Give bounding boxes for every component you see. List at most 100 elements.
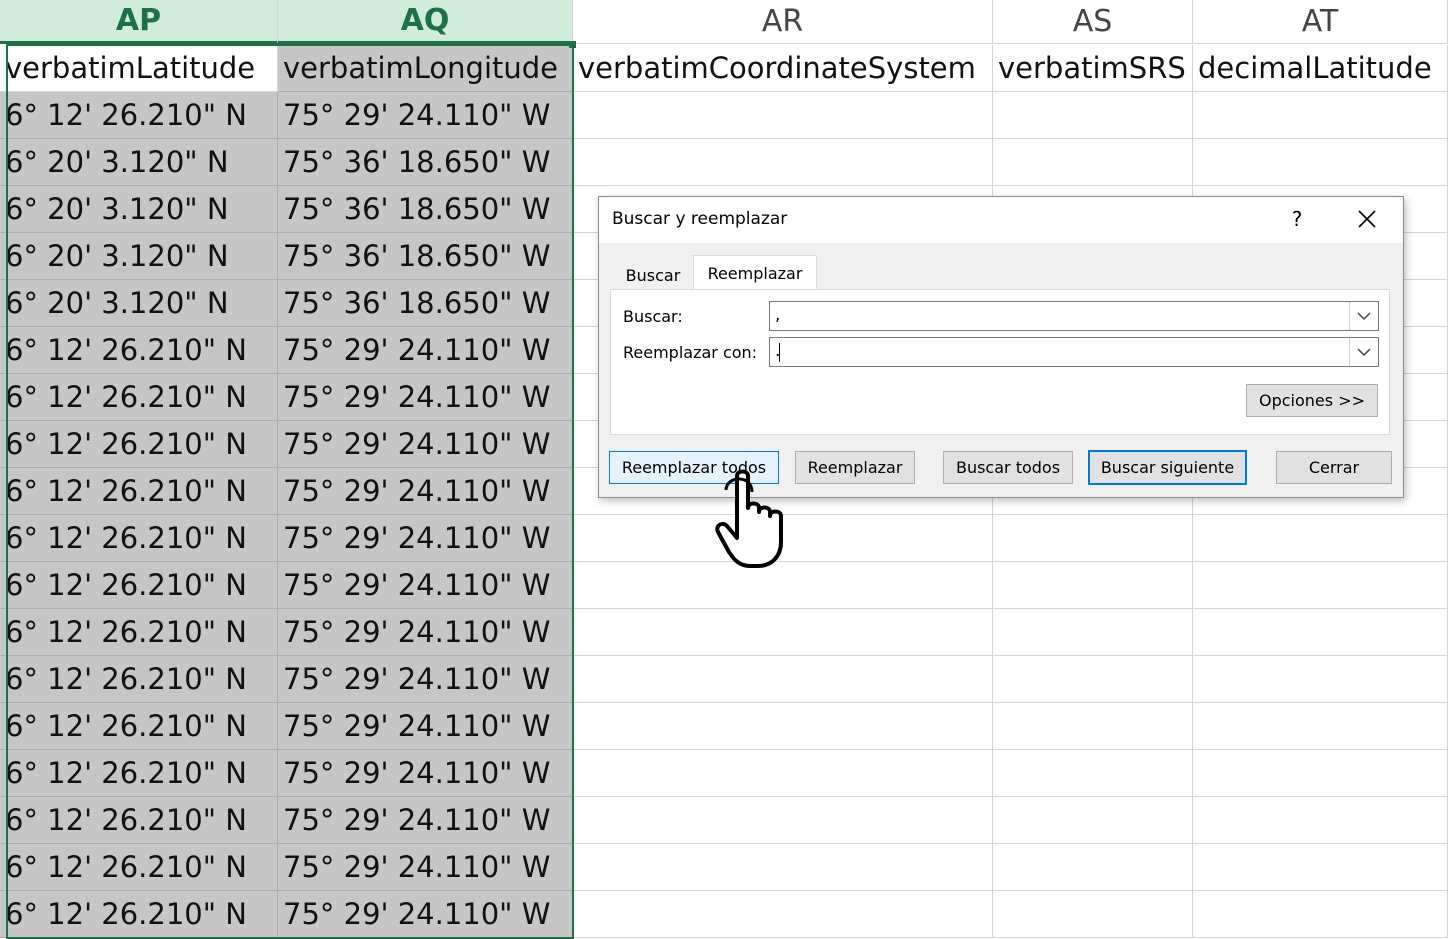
- table-cell[interactable]: 75° 29' 24.110" W: [278, 92, 573, 139]
- table-cell[interactable]: 6° 12' 26.210" N: [0, 562, 278, 609]
- table-cell[interactable]: [573, 750, 993, 797]
- help-button[interactable]: ?: [1277, 205, 1317, 233]
- replace-input[interactable]: .: [769, 337, 1379, 367]
- column-header-as[interactable]: AS: [993, 0, 1193, 44]
- table-cell[interactable]: [1193, 139, 1448, 186]
- close-icon[interactable]: [1347, 203, 1387, 235]
- table-cell[interactable]: 75° 36' 18.650" W: [278, 233, 573, 280]
- table-cell[interactable]: [573, 656, 993, 703]
- table-cell[interactable]: [993, 609, 1193, 656]
- cell-header-verbatim-coordinate-system[interactable]: verbatimCoordinateSystem: [573, 45, 993, 92]
- chevron-down-icon[interactable]: [1349, 338, 1378, 366]
- cell-header-verbatim-longitude[interactable]: verbatimLongitude: [278, 45, 573, 92]
- table-cell[interactable]: [1193, 92, 1448, 139]
- table-cell[interactable]: 6° 12' 26.210" N: [0, 797, 278, 844]
- column-header-ar[interactable]: AR: [573, 0, 993, 44]
- find-next-button[interactable]: Buscar siguiente: [1088, 450, 1247, 485]
- table-cell[interactable]: 6° 12' 26.210" N: [0, 703, 278, 750]
- table-cell[interactable]: [1193, 891, 1448, 938]
- table-cell[interactable]: 75° 29' 24.110" W: [278, 421, 573, 468]
- table-cell[interactable]: [993, 656, 1193, 703]
- replace-button[interactable]: Reemplazar: [795, 451, 915, 484]
- column-header-row: AP AQ AR AS AT: [0, 0, 1448, 45]
- table-cell[interactable]: [993, 139, 1193, 186]
- table-cell[interactable]: 6° 12' 26.210" N: [0, 92, 278, 139]
- table-cell[interactable]: 75° 29' 24.110" W: [278, 750, 573, 797]
- table-cell[interactable]: 75° 36' 18.650" W: [278, 280, 573, 327]
- dialog-titlebar[interactable]: Buscar y reemplazar ?: [599, 197, 1403, 243]
- table-cell[interactable]: [993, 562, 1193, 609]
- table-cell[interactable]: 6° 12' 26.210" N: [0, 327, 278, 374]
- table-cell[interactable]: [1193, 562, 1448, 609]
- table-cell[interactable]: 75° 29' 24.110" W: [278, 515, 573, 562]
- chevron-down-icon[interactable]: [1349, 302, 1378, 330]
- table-cell[interactable]: 6° 20' 3.120" N: [0, 280, 278, 327]
- fill-handle[interactable]: [569, 41, 576, 48]
- column-header-at[interactable]: AT: [1193, 0, 1448, 44]
- table-cell[interactable]: 6° 12' 26.210" N: [0, 468, 278, 515]
- table-cell[interactable]: 6° 20' 3.120" N: [0, 186, 278, 233]
- table-cell[interactable]: [1193, 515, 1448, 562]
- table-cell[interactable]: 75° 29' 24.110" W: [278, 891, 573, 938]
- table-cell[interactable]: [993, 92, 1193, 139]
- table-cell[interactable]: [1193, 750, 1448, 797]
- dialog-title: Buscar y reemplazar: [612, 209, 788, 229]
- options-button[interactable]: Opciones >>: [1246, 384, 1378, 417]
- table-cell[interactable]: 6° 12' 26.210" N: [0, 421, 278, 468]
- table-row: 6° 12' 26.210" N 75° 29' 24.110" W: [0, 844, 1448, 891]
- table-cell[interactable]: 75° 29' 24.110" W: [278, 609, 573, 656]
- table-cell[interactable]: [573, 703, 993, 750]
- close-button[interactable]: Cerrar: [1276, 451, 1392, 484]
- table-cell[interactable]: [573, 139, 993, 186]
- table-cell[interactable]: [993, 703, 1193, 750]
- table-cell[interactable]: [993, 515, 1193, 562]
- column-header-aq[interactable]: AQ: [278, 0, 573, 44]
- table-cell[interactable]: [993, 750, 1193, 797]
- table-cell[interactable]: [993, 891, 1193, 938]
- table-cell[interactable]: [1193, 656, 1448, 703]
- cell-header-decimal-latitude[interactable]: decimalLatitude: [1193, 45, 1448, 92]
- table-cell[interactable]: 75° 29' 24.110" W: [278, 327, 573, 374]
- table-cell[interactable]: 6° 20' 3.120" N: [0, 139, 278, 186]
- table-cell[interactable]: 75° 29' 24.110" W: [278, 562, 573, 609]
- table-cell[interactable]: 6° 12' 26.210" N: [0, 515, 278, 562]
- table-cell[interactable]: [573, 844, 993, 891]
- table-cell[interactable]: [1193, 797, 1448, 844]
- table-cell[interactable]: [993, 797, 1193, 844]
- tab-buscar-label: Buscar: [625, 265, 681, 285]
- table-cell[interactable]: [573, 797, 993, 844]
- table-cell[interactable]: [1193, 844, 1448, 891]
- replace-panel: Buscar: , Reemplazar con: . Opciones >>: [610, 289, 1390, 435]
- column-header-ap[interactable]: AP: [0, 0, 278, 44]
- table-cell[interactable]: [573, 609, 993, 656]
- table-cell[interactable]: 75° 29' 24.110" W: [278, 797, 573, 844]
- table-cell[interactable]: 6° 12' 26.210" N: [0, 891, 278, 938]
- table-cell[interactable]: 6° 12' 26.210" N: [0, 656, 278, 703]
- table-cell[interactable]: 6° 20' 3.120" N: [0, 233, 278, 280]
- table-cell[interactable]: 75° 36' 18.650" W: [278, 186, 573, 233]
- table-cell[interactable]: [573, 92, 993, 139]
- table-cell[interactable]: 6° 12' 26.210" N: [0, 750, 278, 797]
- table-cell[interactable]: [1193, 703, 1448, 750]
- replace-label: Reemplazar con:: [623, 343, 758, 362]
- cell-header-verbatim-latitude[interactable]: verbatimLatitude: [0, 45, 278, 92]
- tab-reemplazar-label: Reemplazar: [707, 264, 803, 283]
- table-row: 6° 12' 26.210" N 75° 29' 24.110" W: [0, 609, 1448, 656]
- find-input[interactable]: ,: [769, 301, 1379, 331]
- table-cell[interactable]: 6° 12' 26.210" N: [0, 609, 278, 656]
- table-cell[interactable]: 6° 12' 26.210" N: [0, 374, 278, 421]
- table-cell[interactable]: 75° 29' 24.110" W: [278, 703, 573, 750]
- table-cell[interactable]: 75° 29' 24.110" W: [278, 468, 573, 515]
- table-cell[interactable]: 6° 12' 26.210" N: [0, 844, 278, 891]
- table-cell[interactable]: [573, 891, 993, 938]
- cell-header-verbatim-srs[interactable]: verbatimSRS: [993, 45, 1193, 92]
- table-cell[interactable]: 75° 29' 24.110" W: [278, 374, 573, 421]
- find-all-button[interactable]: Buscar todos: [943, 451, 1073, 484]
- tab-reemplazar[interactable]: Reemplazar: [693, 255, 817, 291]
- table-cell[interactable]: 75° 29' 24.110" W: [278, 656, 573, 703]
- table-cell[interactable]: 75° 29' 24.110" W: [278, 844, 573, 891]
- table-cell[interactable]: [1193, 609, 1448, 656]
- table-cell[interactable]: 75° 36' 18.650" W: [278, 139, 573, 186]
- tab-buscar[interactable]: Buscar: [613, 261, 693, 290]
- table-cell[interactable]: [993, 844, 1193, 891]
